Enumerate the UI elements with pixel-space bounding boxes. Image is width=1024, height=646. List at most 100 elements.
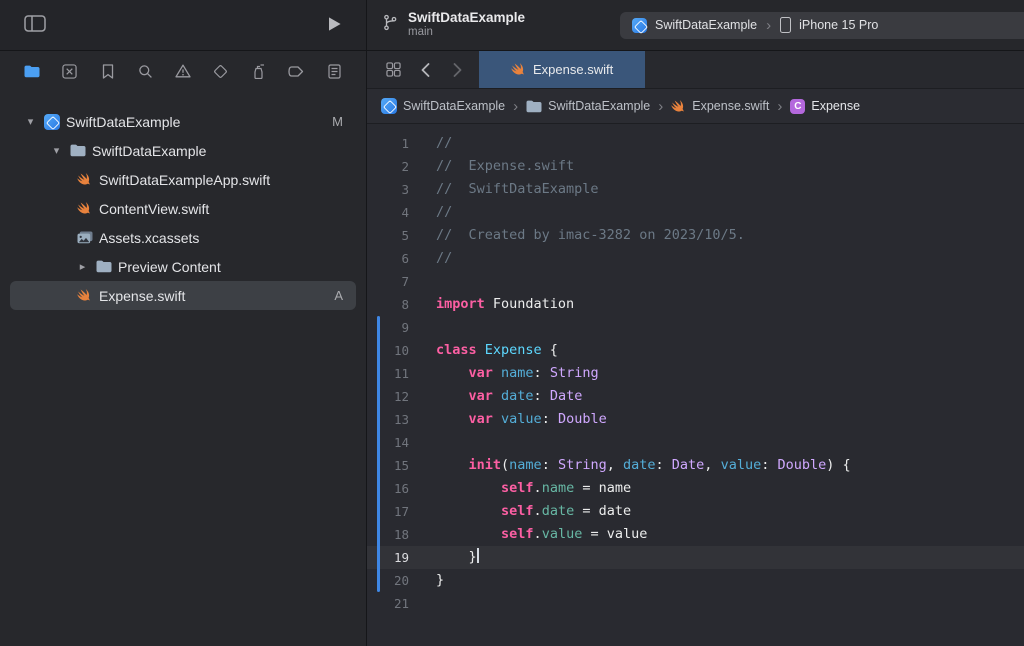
- code-line-8[interactable]: 8 import Foundation: [367, 293, 1024, 316]
- line-text: self.value = value: [501, 526, 648, 542]
- report-navigator-icon[interactable]: [324, 61, 344, 81]
- code-line-21[interactable]: 21: [367, 592, 1024, 615]
- scheme-device[interactable]: iPhone 15 Pro: [799, 18, 878, 32]
- tree-item-swiftdataexample[interactable]: ▾ SwiftDataExample: [10, 136, 356, 165]
- swift-icon: [76, 201, 93, 216]
- tree-item-label: SwiftDataExample: [66, 113, 181, 130]
- code-line-5[interactable]: 5 // Created by imac-3282 on 2023/10/5.: [367, 224, 1024, 247]
- disclosure-open-icon[interactable]: ▾: [50, 144, 63, 157]
- line-number[interactable]: 3: [367, 178, 421, 201]
- line-number[interactable]: 18: [367, 523, 421, 546]
- code-line-6[interactable]: 6 //: [367, 247, 1024, 270]
- line-text: var value: Double: [468, 411, 607, 427]
- line-number[interactable]: 14: [367, 431, 421, 454]
- tree-item-swiftdataexample[interactable]: ▾ SwiftDataExample M: [10, 107, 356, 136]
- breadcrumb-item-expense[interactable]: C Expense: [790, 98, 860, 114]
- code-line-7[interactable]: 7: [367, 270, 1024, 293]
- line-number[interactable]: 15: [367, 454, 421, 477]
- code-line-13[interactable]: 13 var value: Double: [367, 408, 1024, 431]
- tree-item-label: SwiftDataExampleApp.swift: [99, 171, 271, 188]
- breadcrumb-item-swiftdataexample[interactable]: SwiftDataExample: [526, 99, 650, 113]
- code-line-20[interactable]: 20}: [367, 569, 1024, 592]
- test-navigator-icon[interactable]: [211, 61, 231, 81]
- code-editor[interactable]: 1 // 2 // Expense.swift 3 // SwiftDataExample…: [367, 124, 1024, 646]
- line-number[interactable]: 8: [367, 293, 421, 316]
- branch-name: main: [408, 26, 433, 39]
- status-badge: A: [334, 288, 343, 303]
- code-line-18[interactable]: 18 self.value = value: [367, 523, 1024, 546]
- line-text: //: [436, 204, 453, 220]
- forward-button[interactable]: [441, 51, 473, 88]
- tree-item-expense-swift[interactable]: Expense.swift A: [10, 281, 356, 310]
- line-number[interactable]: 19: [367, 546, 421, 569]
- line-text: self.date = date: [501, 503, 632, 519]
- line-number[interactable]: 4: [367, 201, 421, 224]
- code-line-1[interactable]: 1 //: [367, 132, 1024, 155]
- class-icon: C: [790, 98, 806, 114]
- line-number[interactable]: 20: [367, 569, 421, 592]
- breakpoint-navigator-icon[interactable]: [286, 61, 306, 81]
- line-number[interactable]: 11: [367, 362, 421, 385]
- line-text: //: [436, 135, 453, 151]
- swift-file-icon: [511, 62, 526, 77]
- toggle-navigator-button[interactable]: [24, 15, 46, 35]
- related-items-grid-icon[interactable]: [377, 51, 409, 88]
- line-number[interactable]: 9: [367, 316, 421, 339]
- folder-icon: [69, 144, 86, 157]
- code-line-16[interactable]: 16 self.name = name: [367, 477, 1024, 500]
- line-text: [421, 592, 436, 615]
- project-status: SwiftDataExample main: [408, 10, 525, 40]
- iphone-device-icon: [780, 17, 792, 33]
- code-line-15[interactable]: 15 init(name: String, date: Date, value:…: [367, 454, 1024, 477]
- tree-item-assets-xcassets[interactable]: Assets.xcassets: [10, 223, 356, 252]
- line-number[interactable]: 1: [367, 132, 421, 155]
- find-navigator-icon[interactable]: [135, 61, 155, 81]
- disclosure-closed-icon[interactable]: ▸: [76, 260, 89, 273]
- tab-expense-swift[interactable]: Expense.swift: [479, 51, 646, 88]
- code-line-9[interactable]: 9: [367, 316, 1024, 339]
- code-line-17[interactable]: 17 self.date = date: [367, 500, 1024, 523]
- xcode-window: SwiftDataExample main SwiftDataExample ›…: [0, 0, 1024, 646]
- run-button[interactable]: [327, 16, 342, 35]
- code-line-12[interactable]: 12 var date: Date: [367, 385, 1024, 408]
- line-number[interactable]: 7: [367, 270, 421, 293]
- issue-navigator-icon[interactable]: [173, 61, 193, 81]
- tree-item-contentview-swift[interactable]: ContentView.swift: [10, 194, 356, 223]
- line-number[interactable]: 17: [367, 500, 421, 523]
- code-line-11[interactable]: 11 var name: String: [367, 362, 1024, 385]
- code-line-19[interactable]: 19 }: [367, 546, 1024, 569]
- line-text: [421, 431, 436, 454]
- line-number[interactable]: 5: [367, 224, 421, 247]
- project-navigator-icon[interactable]: [22, 61, 42, 81]
- tree-item-swiftdataexampleapp-swift[interactable]: SwiftDataExampleApp.swift: [10, 165, 356, 194]
- code-line-3[interactable]: 3 // SwiftDataExample: [367, 178, 1024, 201]
- tree-item-preview-content[interactable]: ▸ Preview Content: [10, 252, 356, 281]
- chevron-separator-icon: ›: [777, 97, 783, 115]
- line-text: self.name = name: [501, 480, 632, 496]
- navigator-sidebar: ▾ SwiftDataExample M ▾ SwiftDataExample Swift…: [0, 51, 367, 646]
- editor-tab-bar: Expense.swift: [367, 51, 1024, 89]
- scheme-selector[interactable]: SwiftDataExample › iPhone 15 Pro: [620, 11, 1024, 39]
- back-button[interactable]: [409, 51, 441, 88]
- line-number[interactable]: 12: [367, 385, 421, 408]
- line-number[interactable]: 21: [367, 592, 421, 615]
- line-number[interactable]: 13: [367, 408, 421, 431]
- play-icon: [327, 16, 342, 35]
- line-number[interactable]: 2: [367, 155, 421, 178]
- code-line-4[interactable]: 4 //: [367, 201, 1024, 224]
- code-line-10[interactable]: 10 class Expense {: [367, 339, 1024, 362]
- source-control-navigator-icon[interactable]: [60, 61, 80, 81]
- toolbar-left: [0, 0, 367, 50]
- disclosure-open-icon[interactable]: ▾: [24, 115, 37, 128]
- scheme-target[interactable]: SwiftDataExample: [655, 18, 757, 32]
- code-line-14[interactable]: 14: [367, 431, 1024, 454]
- line-number[interactable]: 6: [367, 247, 421, 270]
- breadcrumb-item-expense-swift[interactable]: Expense.swift: [671, 99, 769, 114]
- bookmark-navigator-icon[interactable]: [98, 61, 118, 81]
- line-number[interactable]: 10: [367, 339, 421, 362]
- debug-navigator-icon[interactable]: [249, 61, 269, 81]
- line-number[interactable]: 16: [367, 477, 421, 500]
- code-line-2[interactable]: 2 // Expense.swift: [367, 155, 1024, 178]
- breadcrumb-item-swiftdataexample[interactable]: SwiftDataExample: [381, 98, 505, 114]
- breadcrumb-label: SwiftDataExample: [548, 99, 651, 113]
